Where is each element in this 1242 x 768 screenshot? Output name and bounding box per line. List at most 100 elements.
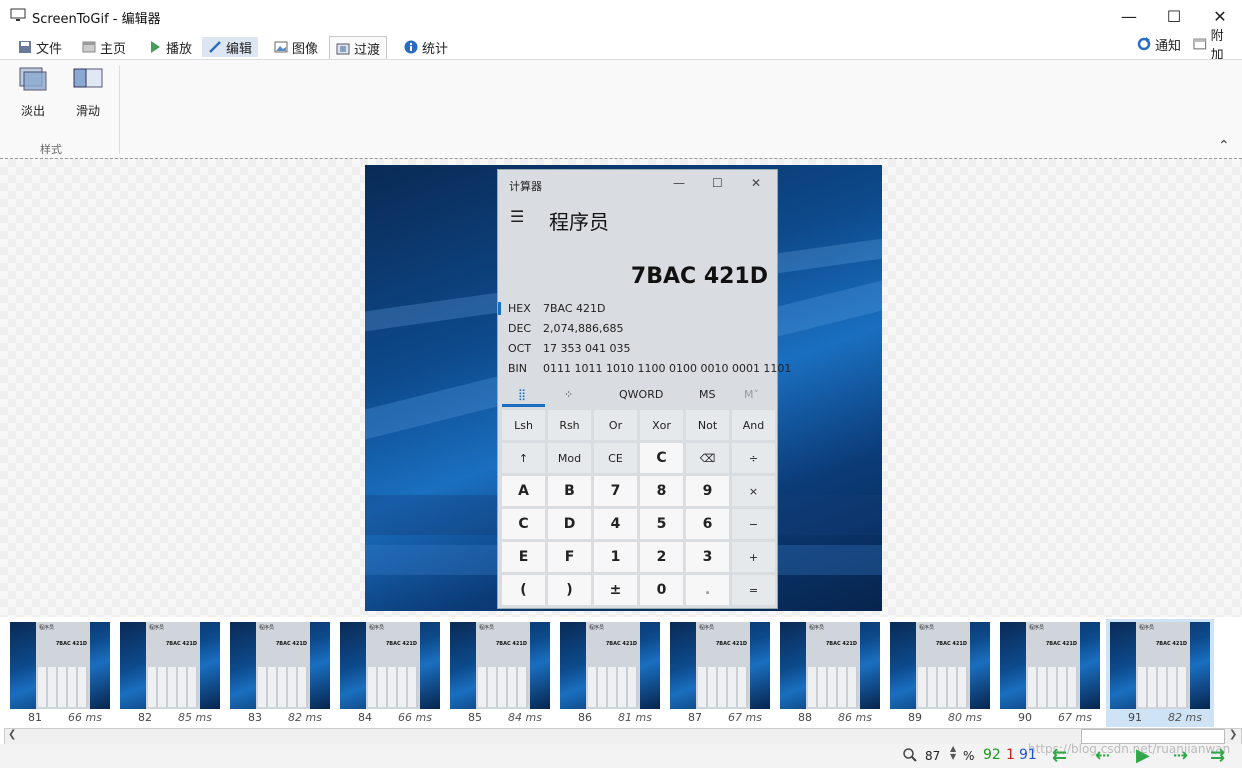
tab-file[interactable]: 文件 xyxy=(12,37,68,57)
frame-thumbnail[interactable]: 程序员 7BAC 421D xyxy=(890,622,990,709)
calc-key: 4 xyxy=(594,509,637,539)
fade-button[interactable]: 淡出 xyxy=(10,66,56,119)
home-icon xyxy=(82,41,96,53)
calc-key: 7 xyxy=(594,476,637,506)
slide-label: 滑动 xyxy=(75,104,100,118)
refresh-icon xyxy=(1137,37,1151,51)
tab-statistics[interactable]: 统计 xyxy=(398,37,454,57)
frame-label: 90 67 ms xyxy=(1000,711,1100,725)
calc-key: 1 xyxy=(594,542,637,572)
calc-key: Lsh xyxy=(502,410,545,440)
frame-thumbnail[interactable]: 程序员 7BAC 421D xyxy=(10,622,110,709)
thumbnail-calc-mode: 程序员 xyxy=(809,625,825,631)
calc-key: B xyxy=(548,476,591,506)
frame-thumbnail[interactable]: 程序员 7BAC 421D xyxy=(230,622,330,709)
attach-button[interactable]: 附加 xyxy=(1187,29,1242,63)
thumbnail-calculator: 程序员 7BAC 421D xyxy=(36,622,90,709)
minimize-button[interactable]: — xyxy=(1106,0,1152,33)
slide-icon xyxy=(73,68,103,88)
frame-delay: 82 ms xyxy=(1168,711,1202,724)
calc-key: = xyxy=(732,575,775,605)
scroll-left-icon[interactable]: ❮ xyxy=(8,729,16,740)
frame-delay: 86 ms xyxy=(838,711,872,724)
play-icon xyxy=(151,41,160,53)
memory-list-tab: M˅ xyxy=(744,388,759,401)
calc-key: 3 xyxy=(686,542,729,572)
calc-key: + xyxy=(732,542,775,572)
play-frames-icon[interactable]: ▶ xyxy=(1136,745,1150,766)
frame-thumbnail[interactable]: 程序员 7BAC 421D xyxy=(560,622,660,709)
thumbnail-keypad xyxy=(588,667,638,707)
thumbnail-keypad xyxy=(368,667,418,707)
frame-delay: 66 ms xyxy=(68,711,102,724)
frame-label: 88 86 ms xyxy=(780,711,880,725)
save-icon xyxy=(19,41,31,53)
frame-count-total: 92 xyxy=(983,747,1001,763)
thumbnail-calc-mode: 程序员 xyxy=(589,625,605,631)
zoom-input[interactable]: 87 xyxy=(925,749,940,763)
frame-label: 87 67 ms xyxy=(670,711,770,725)
calc-key: A xyxy=(502,476,545,506)
frame-delay: 84 ms xyxy=(508,711,542,724)
calculator-mode: 程序员 xyxy=(549,210,609,234)
next-frame-icon[interactable]: ⇢ xyxy=(1173,745,1188,766)
frame-number: 91 xyxy=(1128,711,1142,724)
calc-key: ↑ xyxy=(502,443,545,473)
frame-label: 89 80 ms xyxy=(890,711,990,725)
oct-label: OCT xyxy=(508,342,532,355)
fade-label: 淡出 xyxy=(20,104,45,118)
frame-thumbnail[interactable]: 程序员 7BAC 421D xyxy=(1000,622,1100,709)
calc-key: 9 xyxy=(686,476,729,506)
hex-value: 7BAC 421D xyxy=(543,302,606,315)
thumbnail-keypad xyxy=(698,667,748,707)
calc-key: C xyxy=(502,509,545,539)
slide-button[interactable]: 滑动 xyxy=(65,66,111,119)
calc-minimize-icon: — xyxy=(673,176,685,190)
calc-key: D xyxy=(548,509,591,539)
tab-image[interactable]: 图像 xyxy=(268,37,324,57)
frame-number: 82 xyxy=(138,711,152,724)
frame-label: 91 82 ms xyxy=(1110,711,1210,725)
frame-thumbnail[interactable]: 程序员 7BAC 421D xyxy=(450,622,550,709)
calc-maximize-icon: ☐ xyxy=(712,176,723,190)
frame-delay: 85 ms xyxy=(178,711,212,724)
frame-thumbnail[interactable]: 程序员 7BAC 421D xyxy=(120,622,220,709)
frame-number: 87 xyxy=(688,711,702,724)
frame-thumbnail[interactable]: 程序员 7BAC 421D xyxy=(780,622,880,709)
frame-label: 83 82 ms xyxy=(230,711,330,725)
frame-label: 84 66 ms xyxy=(340,711,440,725)
frame-delay: 82 ms xyxy=(288,711,322,724)
notify-button[interactable]: 通知 xyxy=(1131,34,1187,54)
tab-transitions[interactable]: 过渡 xyxy=(329,36,388,60)
frame-thumbnail[interactable]: 程序员 7BAC 421D xyxy=(340,622,440,709)
frame-thumbnail[interactable]: 程序员 7BAC 421D xyxy=(1110,622,1210,709)
hamburger-icon: ☰ xyxy=(510,207,525,226)
tab-statistics-label: 统计 xyxy=(422,41,449,57)
ribbon xyxy=(0,59,1242,159)
calc-key: Mod xyxy=(548,443,591,473)
scroll-right-icon[interactable]: ❯ xyxy=(1229,729,1237,740)
previous-frame-icon[interactable]: ⇠ xyxy=(1095,745,1110,766)
first-frame-icon[interactable]: ⇇ xyxy=(1052,745,1067,766)
frame-number: 90 xyxy=(1018,711,1032,724)
thumbnail-calculator: 程序员 7BAC 421D xyxy=(256,622,310,709)
last-frame-icon[interactable]: ⇉ xyxy=(1210,745,1225,766)
tab-transitions-label: 过渡 xyxy=(354,43,381,58)
fade-icon xyxy=(19,67,47,91)
calc-key: Rsh xyxy=(548,410,591,440)
zoom-spinner-icon[interactable]: ▲ ▼ xyxy=(950,745,956,761)
thumbnail-calculator: 程序员 7BAC 421D xyxy=(806,622,860,709)
thumbnail-keypad xyxy=(258,667,308,707)
collapse-ribbon-icon[interactable]: ⌃ xyxy=(1218,138,1230,154)
calc-key: F xyxy=(548,542,591,572)
tab-edit[interactable]: 编辑 xyxy=(202,37,259,57)
thumbnail-calculator: 程序员 7BAC 421D xyxy=(476,622,530,709)
tab-play[interactable]: 播放 xyxy=(142,37,198,57)
thumbnail-calc-mode: 程序员 xyxy=(479,625,495,631)
bin-label: BIN xyxy=(508,362,528,375)
calc-key: Or xyxy=(594,410,637,440)
info-icon xyxy=(404,40,418,54)
maximize-button[interactable]: ☐ xyxy=(1151,0,1197,33)
tab-home[interactable]: 主页 xyxy=(76,37,132,57)
frame-thumbnail[interactable]: 程序员 7BAC 421D xyxy=(670,622,770,709)
